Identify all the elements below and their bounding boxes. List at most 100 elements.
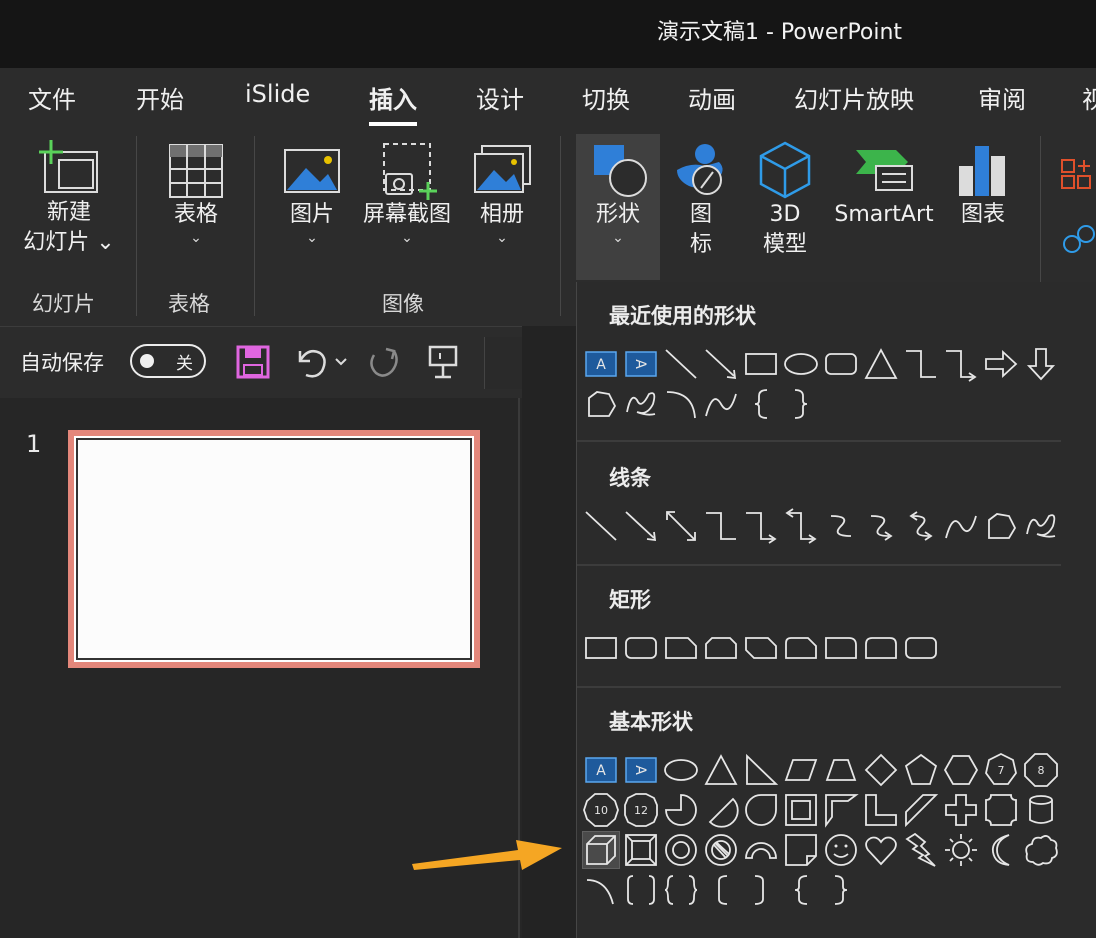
left-brace-icon[interactable] (743, 386, 779, 422)
tab-transitions[interactable]: 切换 (582, 80, 630, 115)
chord-icon[interactable] (703, 792, 739, 828)
line-icon[interactable] (663, 346, 699, 382)
elbow-connector-icon[interactable] (703, 508, 739, 544)
text-box-icon[interactable]: A (583, 752, 619, 788)
arrow-line-icon[interactable] (623, 508, 659, 544)
l-shape-icon[interactable] (863, 792, 899, 828)
addin-icon[interactable] (1060, 158, 1096, 194)
picture-button[interactable]: 图片 ⌄ (280, 142, 344, 246)
link-icon[interactable] (1060, 222, 1096, 258)
rounded-rectangle-icon[interactable] (823, 346, 859, 382)
no-symbol-icon[interactable] (703, 832, 739, 868)
vertical-text-box-icon[interactable]: A (623, 346, 659, 382)
plus-icon[interactable] (943, 792, 979, 828)
rounded-rectangle-icon[interactable] (623, 630, 659, 666)
double-brace-icon[interactable] (663, 872, 699, 908)
pentagon-icon[interactable] (903, 752, 939, 788)
snip-round-rectangle-icon[interactable] (783, 630, 819, 666)
curved-arrow-connector-icon[interactable] (863, 508, 899, 544)
arrow-line-icon[interactable] (703, 346, 739, 382)
dodecagon-icon[interactable]: 12 (623, 792, 659, 828)
tab-slideshow[interactable]: 幻灯片放映 (794, 80, 914, 115)
smartart-button[interactable]: SmartArt (830, 142, 938, 230)
elbow-connector-icon[interactable] (903, 346, 939, 382)
hexagon-icon[interactable] (943, 752, 979, 788)
donut-icon[interactable] (663, 832, 699, 868)
round-corner-rectangle-icon[interactable] (823, 630, 859, 666)
snip-same-side-rectangle-icon[interactable] (703, 630, 739, 666)
curved-connector-icon[interactable] (823, 508, 859, 544)
new-slide-button[interactable]: 新建 幻灯片 ⌄ (14, 138, 124, 258)
oval-icon[interactable] (663, 752, 699, 788)
elbow-double-arrow-connector-icon[interactable] (783, 508, 819, 544)
down-arrow-icon[interactable] (1023, 346, 1059, 382)
heptagon-icon[interactable]: 7 (983, 752, 1019, 788)
tab-view[interactable]: 视 (1082, 80, 1096, 115)
cloud-icon[interactable] (1023, 832, 1059, 868)
parallelogram-icon[interactable] (783, 752, 819, 788)
smiley-face-icon[interactable] (823, 832, 859, 868)
pie-icon[interactable] (663, 792, 699, 828)
round-same-side-rectangle-icon[interactable] (863, 630, 899, 666)
arc-icon[interactable] (663, 386, 699, 422)
table-button[interactable]: 表格 ⌄ (160, 142, 232, 246)
left-bracket-icon[interactable] (703, 872, 739, 908)
3d-model-button[interactable]: 3D 模型 (752, 140, 818, 260)
right-brace-icon[interactable] (823, 872, 859, 908)
shapes-button[interactable]: 形状 ⌄ (582, 142, 654, 246)
elbow-arrow-connector-icon[interactable] (743, 508, 779, 544)
icons-button[interactable]: 图 标 (668, 140, 734, 260)
curve-icon[interactable] (703, 386, 739, 422)
decagon-icon[interactable]: 10 (583, 792, 619, 828)
bevel-icon[interactable] (623, 832, 659, 868)
snip-diagonal-rectangle-icon[interactable] (743, 630, 779, 666)
half-frame-icon[interactable] (823, 792, 859, 828)
right-triangle-icon[interactable] (743, 752, 779, 788)
tab-islide[interactable]: iSlide (245, 80, 310, 108)
diamond-icon[interactable] (863, 752, 899, 788)
left-brace-icon[interactable] (783, 872, 819, 908)
rounded-rectangle-icon[interactable] (903, 630, 939, 666)
text-box-icon[interactable]: A (583, 346, 619, 382)
can-icon[interactable] (1023, 792, 1059, 828)
folded-corner-icon[interactable] (783, 832, 819, 868)
tab-file[interactable]: 文件 (28, 80, 76, 115)
plaque-icon[interactable] (983, 792, 1019, 828)
freeform-icon[interactable] (583, 386, 619, 422)
undo-icon[interactable] (292, 343, 352, 381)
trapezoid-icon[interactable] (823, 752, 859, 788)
photo-album-button[interactable]: 相册 ⌄ (470, 142, 534, 246)
vertical-text-box-icon[interactable]: A (623, 752, 659, 788)
moon-icon[interactable] (983, 832, 1019, 868)
line-icon[interactable] (583, 508, 619, 544)
save-icon[interactable] (236, 345, 270, 379)
cube-icon[interactable] (582, 831, 620, 869)
right-brace-icon[interactable] (783, 386, 819, 422)
tab-review[interactable]: 审阅 (978, 80, 1026, 115)
scribble-icon[interactable] (623, 386, 659, 422)
curved-double-arrow-connector-icon[interactable] (903, 508, 939, 544)
freeform-icon[interactable] (983, 508, 1019, 544)
right-bracket-icon[interactable] (743, 872, 779, 908)
tab-home[interactable]: 开始 (136, 80, 184, 115)
diagonal-stripe-icon[interactable] (903, 792, 939, 828)
double-bracket-icon[interactable] (623, 872, 659, 908)
elbow-arrow-connector-icon[interactable] (943, 346, 979, 382)
teardrop-icon[interactable] (743, 792, 779, 828)
right-arrow-icon[interactable] (983, 346, 1019, 382)
rectangle-icon[interactable] (583, 630, 619, 666)
arc-icon[interactable] (583, 872, 619, 908)
triangle-icon[interactable] (703, 752, 739, 788)
frame-icon[interactable] (783, 792, 819, 828)
chart-button[interactable]: 图表 (952, 142, 1014, 230)
presentation-icon[interactable] (424, 343, 462, 381)
oval-icon[interactable] (783, 346, 819, 382)
tab-insert[interactable]: 插入 (369, 80, 417, 126)
tab-animations[interactable]: 动画 (688, 80, 736, 115)
curve-icon[interactable] (943, 508, 979, 544)
scribble-icon[interactable] (1023, 508, 1059, 544)
triangle-icon[interactable] (863, 346, 899, 382)
tab-design[interactable]: 设计 (476, 80, 524, 115)
sun-icon[interactable] (943, 832, 979, 868)
rectangle-icon[interactable] (743, 346, 779, 382)
